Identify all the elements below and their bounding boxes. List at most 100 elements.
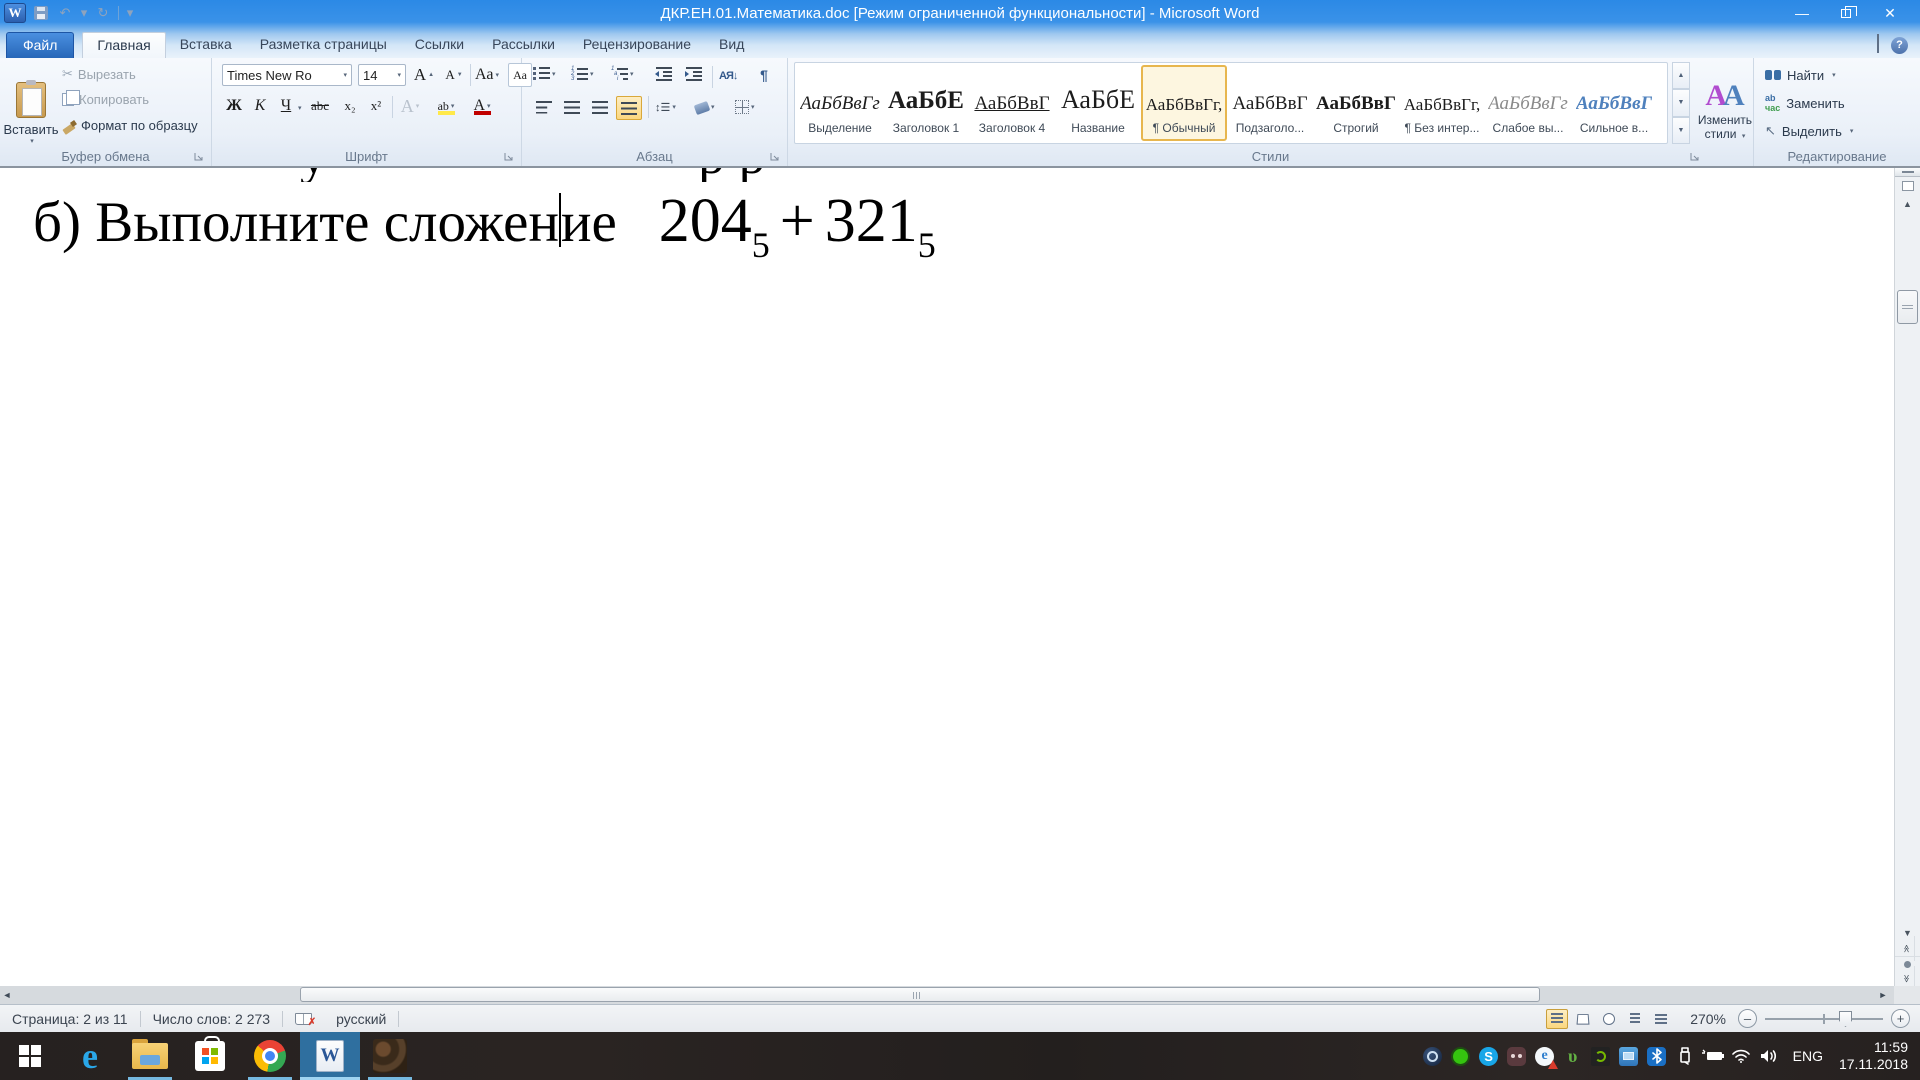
decrease-indent-button[interactable] (654, 66, 673, 81)
tray-bluetooth[interactable] (1643, 1032, 1671, 1080)
tray-graphics[interactable] (1615, 1032, 1643, 1080)
tab-page-layout[interactable]: Разметка страницы (246, 32, 401, 58)
tab-view[interactable]: Вид (705, 32, 758, 58)
web-layout-view-button[interactable] (1598, 1009, 1620, 1029)
scroll-right-button[interactable]: ► (1876, 986, 1890, 1004)
cut-button[interactable]: ✂ Вырезать (62, 66, 136, 82)
draft-view-button[interactable] (1650, 1009, 1672, 1029)
select-button[interactable]: ↖ Выделить ▾ (1764, 120, 1854, 142)
zoom-slider[interactable] (1765, 1009, 1883, 1028)
text-effects-button[interactable]: А▾ (398, 94, 422, 118)
tray-nvidia[interactable] (1587, 1032, 1615, 1080)
scroll-left-button[interactable]: ◄ (0, 986, 14, 1004)
language-switcher[interactable]: ENG (1783, 1048, 1833, 1064)
horizontal-scroll-thumb[interactable] (300, 987, 1540, 1002)
align-center-button[interactable] (560, 96, 584, 118)
help-button[interactable]: ? (1891, 37, 1908, 54)
tab-insert[interactable]: Вставка (166, 32, 246, 58)
copy-button[interactable]: Копировать (62, 92, 149, 107)
style-card-intense-emphasis[interactable]: АаБбВвГСильное в... (1571, 65, 1657, 141)
multilevel-list-button[interactable]: 1 а i ▾ (610, 66, 635, 81)
font-color-button[interactable]: А▾ (470, 94, 494, 118)
style-card-no-spacing[interactable]: АаБбВвГг,¶ Без интер... (1399, 65, 1485, 141)
find-button[interactable]: Найти ▾ (1764, 64, 1837, 86)
format-painter-button[interactable]: Формат по образцу (62, 118, 198, 133)
word-count-indicator[interactable]: Число слов: 2 273 (141, 1005, 283, 1032)
shrink-font-button[interactable]: А▼ (442, 63, 466, 87)
taskbar-game-button[interactable] (360, 1032, 420, 1080)
tray-battery[interactable] (1699, 1032, 1727, 1080)
font-name-combo[interactable]: Times New Ro ▾ (222, 64, 352, 86)
print-layout-view-button[interactable] (1546, 1009, 1568, 1029)
previous-page-button[interactable]: ≪ (1900, 936, 1915, 961)
tab-file[interactable]: Файл (6, 32, 74, 58)
tray-utorrent[interactable]: υ (1559, 1032, 1587, 1080)
taskbar-store-button[interactable] (180, 1032, 240, 1080)
split-window-handle[interactable] (1895, 168, 1920, 177)
document-editing-area[interactable]: у р р б) Выполните сложение2045+3215 (0, 168, 1894, 986)
collapse-ribbon-button[interactable] (1877, 36, 1879, 54)
justify-button[interactable] (616, 96, 642, 120)
tray-volume[interactable] (1755, 1032, 1783, 1080)
clipboard-dialog-launcher[interactable] (193, 151, 205, 163)
gallery-more-button[interactable]: ▼ (1672, 117, 1690, 144)
gallery-scroll-down-button[interactable]: ▼ (1672, 89, 1690, 116)
underline-button[interactable]: Ч (274, 94, 298, 118)
subscript-button[interactable]: x₂ (338, 94, 362, 118)
paragraph-dialog-launcher[interactable] (769, 151, 781, 163)
proofing-status[interactable]: ✗ (283, 1005, 324, 1032)
underline-dropdown-icon[interactable]: ▾ (298, 104, 302, 112)
language-indicator[interactable]: русский (324, 1005, 398, 1032)
scroll-up-button[interactable]: ▲ (1895, 195, 1920, 213)
change-styles-button[interactable]: АА Изменить стили ▾ (1696, 62, 1754, 158)
taskbar-word-button-active[interactable]: W (300, 1032, 360, 1080)
minimize-button[interactable]: — (1780, 0, 1824, 26)
outline-view-button[interactable] (1624, 1009, 1646, 1029)
font-size-combo[interactable]: 14 ▾ (358, 64, 406, 86)
tray-mail[interactable]: e (1531, 1032, 1559, 1080)
align-right-button[interactable] (588, 96, 612, 118)
close-button[interactable]: ✕ (1868, 0, 1912, 26)
tab-review[interactable]: Рецензирование (569, 32, 705, 58)
restore-button[interactable] (1824, 0, 1868, 26)
styles-dialog-launcher[interactable] (1689, 151, 1701, 163)
style-card-title[interactable]: АаБбЕНазвание (1055, 65, 1141, 141)
tray-steam[interactable] (1419, 1032, 1447, 1080)
numbering-button[interactable]: 1 2 3 ▾ (570, 66, 595, 81)
shading-button[interactable]: ▾ (694, 96, 716, 118)
tray-discord[interactable] (1503, 1032, 1531, 1080)
taskbar-chrome-button[interactable] (240, 1032, 300, 1080)
tab-mailings[interactable]: Рассылки (478, 32, 569, 58)
horizontal-scrollbar[interactable]: ◄ ► (0, 986, 1894, 1004)
zoom-in-button[interactable]: + (1891, 1009, 1910, 1028)
highlight-button[interactable]: ab▾ (434, 94, 458, 118)
style-card-normal-selected[interactable]: АаБбВвГг,¶ Обычный (1141, 65, 1227, 141)
tray-recorder[interactable] (1447, 1032, 1475, 1080)
fullscreen-reading-view-button[interactable] (1572, 1009, 1594, 1029)
show-marks-button[interactable]: ¶ (754, 64, 774, 86)
superscript-button[interactable]: x² (364, 94, 388, 118)
strikethrough-button[interactable]: abc (308, 94, 332, 118)
sort-button[interactable]: АЯ↓ (718, 66, 738, 86)
ruler-toggle-button[interactable] (1895, 177, 1920, 195)
taskbar-explorer-button[interactable] (120, 1032, 180, 1080)
tab-references[interactable]: Ссылки (401, 32, 478, 58)
increase-indent-button[interactable] (684, 66, 703, 81)
style-card-heading1[interactable]: АаБбЕЗаголовок 1 (883, 65, 969, 141)
style-card-subtitle[interactable]: АаБбВвГПодзаголо... (1227, 65, 1313, 141)
tray-skype[interactable]: S (1475, 1032, 1503, 1080)
page-indicator[interactable]: Страница: 2 из 11 (0, 1005, 140, 1032)
replace-button[interactable]: abчас Заменить (1764, 92, 1846, 114)
italic-button[interactable]: К (248, 94, 272, 118)
zoom-slider-thumb[interactable] (1839, 1011, 1852, 1027)
tray-wifi[interactable] (1727, 1032, 1755, 1080)
paste-button[interactable]: Вставить ▾ (8, 64, 54, 158)
style-card-heading4[interactable]: АаБбВвГЗаголовок 4 (969, 65, 1055, 141)
tray-usb[interactable] (1671, 1032, 1699, 1080)
style-card-emphasis[interactable]: АаБбВвГгВыделение (797, 65, 883, 141)
taskbar-edge-button[interactable]: e (60, 1032, 120, 1080)
vertical-scrollbar[interactable]: ▲ ▼ ≪ ≫ (1894, 168, 1920, 986)
gallery-scroll-up-button[interactable]: ▲ (1672, 62, 1690, 89)
taskbar-clock[interactable]: 11:59 17.11.2018 (1833, 1039, 1920, 1073)
font-dialog-launcher[interactable] (503, 151, 515, 163)
